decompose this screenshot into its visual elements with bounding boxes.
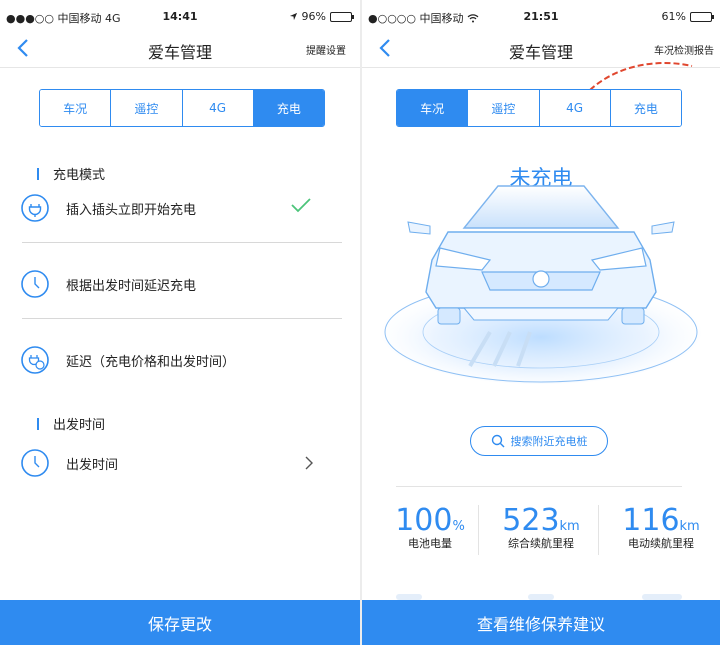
stat-unit: km <box>679 519 700 534</box>
stat-value: 523 <box>502 503 560 538</box>
battery-status: 61% <box>661 10 714 23</box>
car-front-illustration <box>381 185 701 384</box>
segmented-tabs: 车况 遥控 4G 充电 <box>39 89 325 127</box>
departure-time-row[interactable]: 出发时间 <box>20 441 342 485</box>
save-changes-button[interactable]: 保存更改 <box>0 600 360 645</box>
stat-battery-level: 100% 电池电量 <box>382 505 478 551</box>
nav-bar: 爱车管理 提醒设置 <box>0 30 360 68</box>
tab-charging[interactable]: 充电 <box>610 90 681 126</box>
stat-value-row: 100% <box>382 505 478 537</box>
stat-value: 116 <box>622 503 680 538</box>
stat-combined-range: 523km 综合续航里程 <box>486 505 596 551</box>
stats-divider <box>396 486 682 487</box>
tab-remote[interactable]: 遥控 <box>111 90 183 126</box>
mode-option-price-delay[interactable]: 延迟（充电价格和出发时间） <box>20 338 342 382</box>
search-button-label: 搜索附近充电桩 <box>510 435 588 448</box>
chevron-right-icon <box>305 456 313 470</box>
stat-divider <box>478 505 479 555</box>
location-arrow-icon <box>289 12 297 21</box>
search-charging-stations-button[interactable]: 搜索附近充电桩 <box>470 426 608 456</box>
reminder-settings-link[interactable]: 提醒设置 <box>306 42 346 57</box>
stat-unit: % <box>452 519 465 534</box>
plug-clock-icon <box>21 346 49 374</box>
stat-unit: km <box>559 519 580 534</box>
tab-4g[interactable]: 4G <box>539 90 611 126</box>
segmented-tabs: 车况 遥控 4G 充电 <box>396 89 682 127</box>
plug-icon <box>21 194 49 222</box>
departure-time-label: 出发时间 <box>66 457 119 473</box>
stat-value: 100 <box>395 503 453 538</box>
status-bar: ●●●○○ 中国移动 4G 14:41 96% <box>0 8 360 28</box>
tab-condition[interactable]: 车况 <box>397 90 469 126</box>
charging-settings-screen: ●●●○○ 中国移动 4G 14:41 96% 爱车管理 提醒设置 车况 遥控 … <box>0 0 360 645</box>
charge-mode-heading: 充电模式 <box>37 164 105 183</box>
battery-icon <box>330 11 354 22</box>
mode-label: 根据出发时间延迟充电 <box>66 278 197 294</box>
condition-report-link[interactable]: 车况检测报告 <box>654 42 714 57</box>
tab-4g[interactable]: 4G <box>182 90 254 126</box>
status-bar: ●○○○○ 中国移动 21:51 61% <box>362 8 720 28</box>
divider <box>22 242 342 243</box>
mode-option-departure-delay[interactable]: 根据出发时间延迟充电 <box>20 262 342 306</box>
partially-hidden-stats-row <box>396 594 682 600</box>
checkmark-icon <box>291 198 311 213</box>
stat-value-row: 523km <box>486 505 596 537</box>
battery-percent: 61% <box>661 10 686 23</box>
search-icon <box>491 434 504 448</box>
clock-icon <box>21 449 49 477</box>
stat-value-row: 116km <box>606 505 716 537</box>
maintenance-advice-button[interactable]: 查看维修保养建议 <box>362 600 720 645</box>
tab-charging[interactable]: 充电 <box>253 90 324 126</box>
stat-divider <box>598 505 599 555</box>
tab-remote[interactable]: 遥控 <box>468 90 540 126</box>
mode-label: 插入插头立即开始充电 <box>66 202 197 218</box>
stat-electric-range: 116km 电动续航里程 <box>606 505 716 551</box>
departure-time-heading: 出发时间 <box>37 414 105 433</box>
battery-icon <box>690 11 714 22</box>
mode-option-immediate[interactable]: 插入插头立即开始充电 <box>20 186 342 230</box>
battery-percent: 96% <box>301 10 326 23</box>
clock-icon <box>21 270 49 298</box>
vehicle-condition-screen: ●○○○○ 中国移动 21:51 61% 爱车管理 车况检测报告 车况 遥控 4… <box>362 0 720 645</box>
tab-condition[interactable]: 车况 <box>40 90 112 126</box>
mode-label: 延迟（充电价格和出发时间） <box>66 354 236 370</box>
divider <box>22 318 342 319</box>
battery-status: 96% <box>289 10 354 23</box>
